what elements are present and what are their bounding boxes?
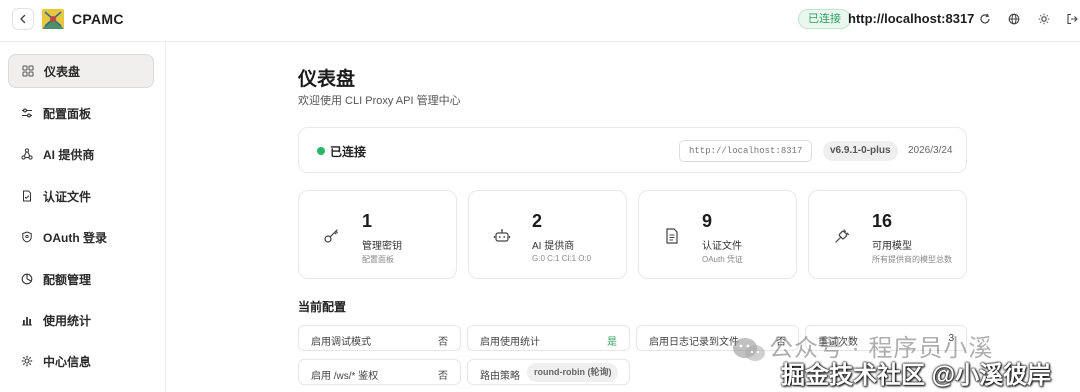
config-label: 启用 /ws/* 鉴权 — [311, 371, 379, 382]
sun-icon — [1038, 13, 1050, 25]
sidebar-item-label: 配置面板 — [43, 106, 92, 121]
config-value: 是 — [607, 337, 617, 348]
dashboard-icon — [21, 64, 35, 78]
config-label: 启用使用统计 — [480, 337, 540, 348]
server-url-field[interactable]: http://localhost:8317 — [679, 140, 812, 162]
nodes-icon — [20, 147, 34, 161]
stat-label: 认证文件 — [702, 241, 742, 252]
sidebar-item-auth-files[interactable]: 认证文件 — [8, 179, 154, 213]
watermark-line-2: 掘金技术社区 @小溪彼岸 — [781, 362, 1052, 389]
status-text: 已连接 — [330, 145, 367, 159]
stat-sub: OAuth 凭证 — [702, 255, 743, 264]
document-icon — [663, 227, 681, 245]
stat-value: 2 — [532, 211, 543, 231]
server-url: http://localhost:8317 — [848, 11, 975, 26]
stat-card-ai-providers[interactable]: 2 AI 提供商 G:0 C:1 Cl:1 O:0 — [468, 190, 627, 279]
sidebar-item-oauth-login[interactable]: OAuth 登录 — [8, 220, 154, 254]
config-label: 路由策略 — [480, 371, 520, 382]
config-value: 否 — [438, 371, 448, 382]
bar-chart-icon — [20, 313, 34, 327]
theme-toggle-button[interactable] — [1036, 11, 1052, 27]
config-item-ws-auth: 启用 /ws/* 鉴权 否 — [298, 359, 461, 385]
app-logo — [42, 9, 64, 29]
sidebar-item-label: AI 提供商 — [43, 147, 95, 162]
sidebar-item-label: 使用统计 — [43, 313, 92, 328]
status-dot — [317, 147, 325, 155]
sidebar-item-ai-providers[interactable]: AI 提供商 — [8, 137, 154, 171]
sidebar-item-quota-management[interactable]: 配额管理 — [8, 262, 154, 296]
config-item-routing-strategy: 路由策略 round-robin (轮询) — [467, 359, 630, 385]
stat-label: AI 提供商 — [532, 241, 575, 252]
page-title: 仪表盘 — [298, 69, 356, 90]
stat-card-available-models[interactable]: 16 可用模型 所有提供商的模型总数 — [808, 190, 967, 279]
sidebar-item-label: 认证文件 — [43, 189, 92, 204]
config-section-title: 当前配置 — [298, 300, 347, 314]
watermark-overlay: 公众号 · 程序员小溪 掘金技术社区 @小溪彼岸 — [727, 322, 1080, 392]
key-icon — [323, 227, 341, 245]
sidebar-item-label: OAuth 登录 — [43, 230, 107, 245]
sidebar-item-center-info[interactable]: 中心信息 — [8, 344, 154, 378]
logout-button[interactable] — [1064, 11, 1080, 27]
sliders-icon — [20, 106, 34, 120]
refresh-button[interactable] — [977, 11, 993, 27]
sidebar-item-label: 配额管理 — [43, 272, 92, 287]
stat-value: 1 — [362, 211, 373, 231]
stat-label: 管理密钥 — [362, 241, 402, 252]
robot-icon — [493, 227, 511, 245]
language-button[interactable] — [1006, 11, 1022, 27]
sidebar-item-label: 仪表盘 — [44, 64, 81, 79]
connection-status-badge: 已连接 — [798, 9, 851, 29]
sidebar-item-usage-stats[interactable]: 使用统计 — [8, 303, 154, 337]
stat-sub: 所有提供商的模型总数 — [872, 255, 952, 264]
shield-icon — [20, 230, 34, 244]
config-value-pill: round-robin (轮询) — [527, 363, 619, 382]
stat-card-management-keys[interactable]: 1 管理密钥 配置面板 — [298, 190, 457, 279]
pie-icon — [20, 272, 34, 286]
sidebar: 仪表盘 配置面板 AI 提供商 认证文件 OAuth 登录 配额管理 使用统计 … — [0, 42, 166, 392]
chevron-left-icon — [20, 14, 26, 24]
app-title: CPAMC — [72, 11, 124, 27]
page-subtitle: 欢迎使用 CLI Proxy API 管理中心 — [298, 95, 461, 107]
build-date: 2026/3/24 — [908, 145, 953, 156]
logout-icon — [1067, 13, 1078, 25]
stat-value: 9 — [702, 211, 713, 231]
file-icon — [20, 189, 34, 203]
stat-card-auth-files[interactable]: 9 认证文件 OAuth 凭证 — [638, 190, 797, 279]
plug-icon — [833, 227, 851, 245]
config-label: 启用日志记录到文件 — [649, 337, 739, 348]
refresh-icon — [980, 13, 990, 24]
version-badge: v6.9.1-0-plus — [823, 141, 898, 161]
top-bar: CPAMC 已连接 http://localhost:8317 — [0, 0, 1080, 42]
stat-sub: 配置面板 — [362, 255, 394, 264]
config-item-debug: 启用调试模式 否 — [298, 325, 461, 351]
config-item-usage-stats: 启用使用统计 是 — [467, 325, 630, 351]
sidebar-item-label: 中心信息 — [43, 354, 92, 369]
sidebar-item-dashboard[interactable]: 仪表盘 — [8, 54, 154, 88]
config-value: 否 — [438, 337, 448, 348]
stat-value: 16 — [872, 211, 893, 231]
sidebar-item-config-panel[interactable]: 配置面板 — [8, 96, 154, 130]
globe-icon — [1008, 13, 1020, 25]
wechat-icon — [733, 338, 765, 361]
stat-label: 可用模型 — [872, 241, 912, 252]
stat-sub: G:0 C:1 Cl:1 O:0 — [532, 254, 592, 263]
connection-status-card: 已连接 http://localhost:8317 v6.9.1-0-plus … — [298, 127, 967, 173]
back-button[interactable] — [12, 8, 34, 30]
gear-icon — [20, 354, 34, 368]
config-label: 启用调试模式 — [311, 337, 371, 348]
